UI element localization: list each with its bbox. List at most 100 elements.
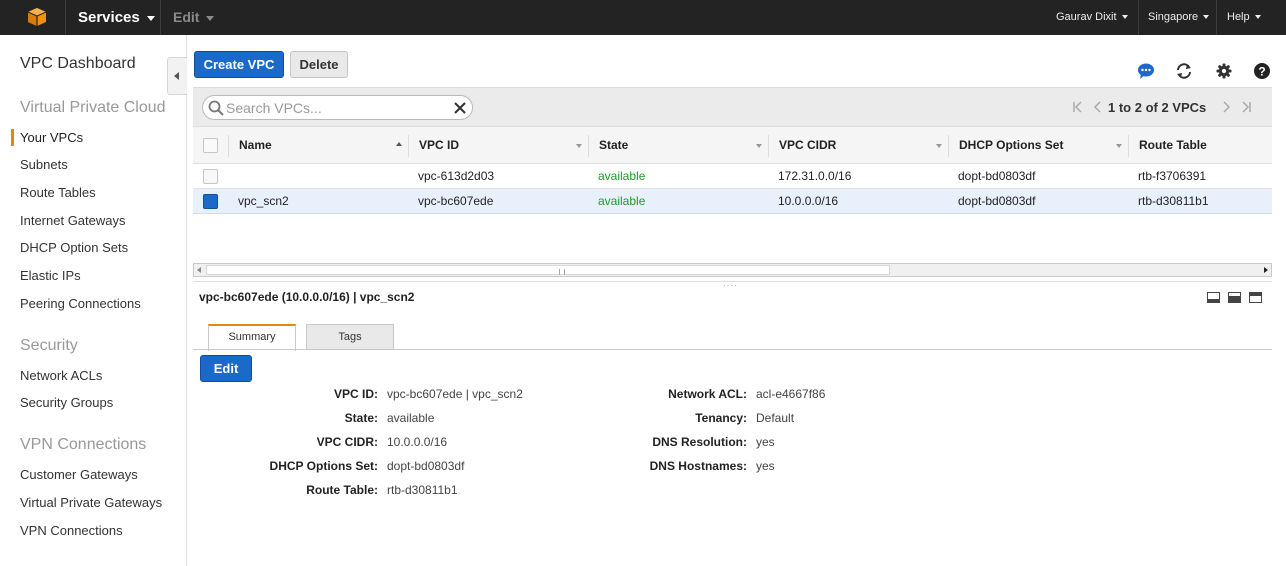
filter-bar: Search VPCs... 1 to 2 of 2 VPCs	[193, 87, 1272, 126]
sidebar-item-internet-gateways[interactable]: Internet Gateways	[20, 213, 126, 228]
column-header-name[interactable]: Name	[239, 138, 272, 152]
column-header-dhcp-options-set[interactable]: DHCP Options Set	[959, 138, 1063, 152]
drag-handle-icon[interactable]: ····	[723, 281, 738, 290]
nav-divider	[1138, 0, 1139, 35]
user-name: Gaurav Dixit	[1056, 11, 1117, 23]
search-input[interactable]: Search VPCs...	[202, 95, 473, 120]
gear-icon[interactable]	[1215, 62, 1233, 80]
nav-divider	[1216, 0, 1217, 35]
sidebar-item-elastic-ips[interactable]: Elastic IPs	[20, 268, 81, 283]
sidebar-section-security: Security	[20, 337, 78, 354]
cell-dhcp-options-set: dopt-bd0803df	[958, 194, 1036, 208]
prev-page-icon[interactable]	[1092, 101, 1104, 113]
table-row[interactable]: vpc_scn2 vpc-bc607ede available 10.0.0.0…	[193, 189, 1272, 214]
tab-underline	[193, 349, 1272, 350]
create-vpc-button[interactable]: Create VPC	[194, 51, 284, 78]
layout-full-icon[interactable]	[1249, 292, 1262, 303]
svg-text:?: ?	[1258, 65, 1265, 79]
sort-asc-icon[interactable]	[396, 142, 402, 146]
tab-tags[interactable]: Tags	[306, 324, 394, 350]
column-header-vpc-cidr[interactable]: VPC CIDR	[779, 138, 836, 152]
edit-button[interactable]: Edit	[200, 355, 252, 382]
value-state: available	[387, 411, 435, 425]
column-divider	[1128, 135, 1129, 157]
column-header-route-table[interactable]: Route Table	[1139, 138, 1207, 152]
column-divider	[588, 135, 589, 157]
sidebar-item-security-groups[interactable]: Security Groups	[20, 395, 113, 410]
scroll-right-icon[interactable]	[1264, 267, 1268, 273]
scroll-left-icon[interactable]	[197, 267, 201, 273]
label-route-table: Route Table:	[306, 483, 378, 497]
pane-splitter[interactable]: ····	[193, 281, 1272, 290]
value-vpc-id: vpc-bc607ede | vpc_scn2	[387, 387, 523, 401]
column-header-vpc-id[interactable]: VPC ID	[419, 138, 459, 152]
sidebar-item-dhcp-option-sets[interactable]: DHCP Option Sets	[20, 240, 128, 255]
cell-state: available	[598, 194, 646, 208]
pagination: 1 to 2 of 2 VPCs	[1072, 88, 1272, 127]
cell-route-table: rtb-f3706391	[1138, 169, 1207, 183]
value-vpc-cidr: 10.0.0.0/16	[387, 435, 448, 449]
close-icon[interactable]	[452, 100, 468, 116]
first-page-icon[interactable]	[1072, 101, 1084, 113]
layout-bottom-icon[interactable]	[1207, 292, 1220, 303]
delete-button[interactable]: Delete	[290, 51, 348, 78]
scrollbar-thumb[interactable]	[206, 265, 890, 275]
sidebar: VPC Dashboard Virtual Private Cloud Your…	[0, 35, 187, 566]
region-name: Singapore	[1148, 11, 1199, 23]
nav-divider	[65, 0, 66, 35]
help-menu[interactable]: Help	[1227, 11, 1261, 23]
cell-name: vpc_scn2	[238, 194, 289, 208]
refresh-icon[interactable]	[1175, 62, 1193, 80]
cell-vpc-id: vpc-bc607ede	[418, 194, 494, 208]
column-header-state[interactable]: State	[599, 138, 628, 152]
sidebar-collapse-button[interactable]	[167, 57, 187, 95]
sidebar-item-subnets[interactable]: Subnets	[20, 157, 68, 172]
aws-logo-icon[interactable]	[27, 7, 47, 27]
chat-icon[interactable]	[1137, 62, 1155, 80]
row-checkbox[interactable]	[203, 194, 218, 209]
label-dhcp-options-set: DHCP Options Set:	[269, 459, 378, 473]
value-dns-hostnames: yes	[756, 459, 775, 473]
user-menu[interactable]: Gaurav Dixit	[1056, 11, 1128, 23]
sidebar-item-vpn-connections[interactable]: VPN Connections	[20, 523, 123, 538]
value-network-acl[interactable]: acl-e4667f86	[756, 387, 825, 401]
sort-icon[interactable]	[936, 144, 942, 148]
layout-split-icon[interactable]	[1228, 292, 1241, 303]
cell-state: available	[598, 169, 646, 183]
cell-route-table: rtb-d30811b1	[1138, 194, 1209, 208]
next-page-icon[interactable]	[1220, 101, 1232, 113]
value-dhcp-options-set: dopt-bd0803df	[387, 459, 465, 473]
search-placeholder: Search VPCs...	[226, 100, 322, 116]
sort-icon[interactable]	[1116, 144, 1122, 148]
table-header: Name VPC ID State VPC CIDR DHCP Options …	[193, 126, 1272, 164]
services-menu[interactable]: Services	[78, 9, 155, 26]
label-dns-hostnames: DNS Hostnames:	[649, 459, 747, 473]
sort-icon[interactable]	[576, 144, 582, 148]
cell-vpc-cidr: 172.31.0.0/16	[778, 169, 852, 183]
select-all-checkbox[interactable]	[203, 138, 218, 153]
label-vpc-id: VPC ID:	[333, 387, 378, 401]
sidebar-item-virtual-private-gateways[interactable]: Virtual Private Gateways	[20, 495, 162, 510]
services-label: Services	[78, 9, 140, 26]
last-page-icon[interactable]	[1240, 101, 1252, 113]
table-row[interactable]: vpc-613d2d03 available 172.31.0.0/16 dop…	[193, 164, 1272, 189]
sidebar-section-vpn: VPN Connections	[20, 436, 147, 453]
sidebar-item-network-acls[interactable]: Network ACLs	[20, 368, 102, 383]
horizontal-scrollbar[interactable]	[193, 263, 1272, 277]
tab-summary[interactable]: Summary	[208, 324, 296, 351]
sort-icon[interactable]	[756, 144, 762, 148]
chevron-down-icon	[146, 15, 155, 21]
sidebar-item-peering-connections[interactable]: Peering Connections	[20, 296, 141, 311]
chevron-down-icon	[1121, 15, 1128, 20]
edit-menu[interactable]: Edit	[173, 9, 215, 25]
sidebar-item-your-vpcs[interactable]: Your VPCs	[20, 130, 83, 145]
region-menu[interactable]: Singapore	[1148, 11, 1210, 23]
sidebar-item-customer-gateways[interactable]: Customer Gateways	[20, 467, 138, 482]
row-checkbox[interactable]	[203, 169, 218, 184]
sidebar-item-route-tables[interactable]: Route Tables	[20, 185, 96, 200]
value-route-table[interactable]: rtb-d30811b1	[387, 483, 458, 497]
help-icon[interactable]: ?	[1253, 62, 1271, 80]
chevron-left-icon	[174, 72, 179, 80]
sidebar-dashboard-link[interactable]: VPC Dashboard	[20, 55, 136, 73]
column-divider	[228, 135, 229, 157]
